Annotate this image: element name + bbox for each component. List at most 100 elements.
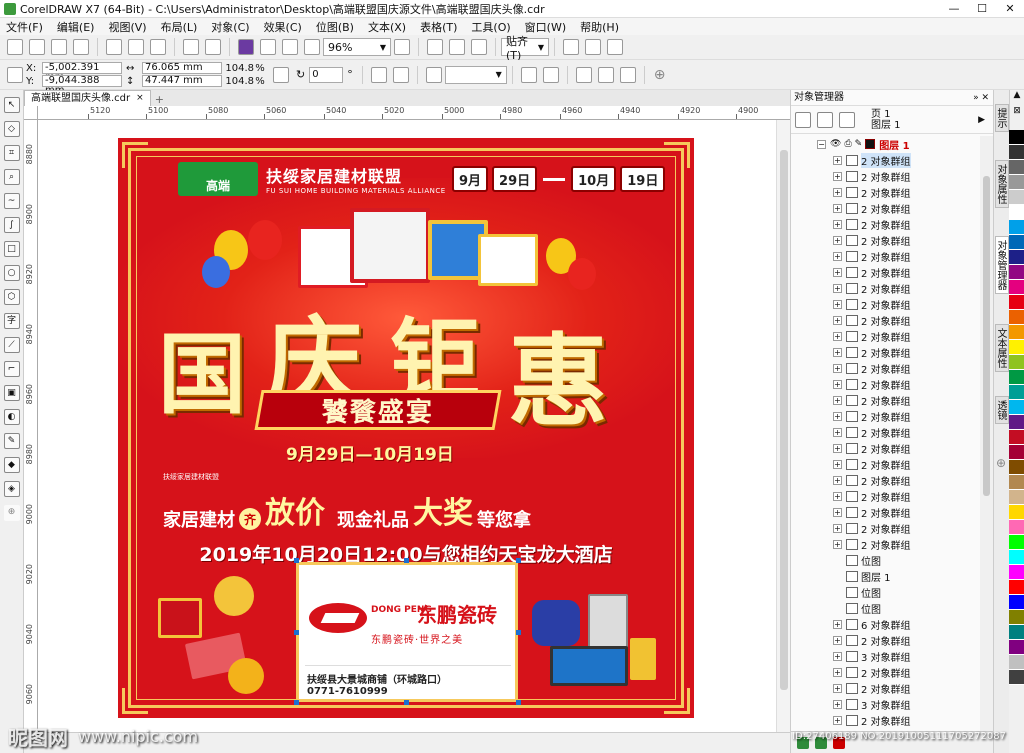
palette-color-swatch[interactable]: [1009, 280, 1024, 295]
object-origin-icon[interactable]: [7, 66, 23, 83]
object-tree-row[interactable]: 位图: [791, 600, 980, 616]
export-icon[interactable]: [282, 39, 298, 55]
shape-tool-icon[interactable]: ◇: [3, 121, 20, 137]
expand-icon[interactable]: +: [833, 635, 842, 645]
palette-color-swatch[interactable]: [1009, 430, 1024, 445]
mirror-horizontal-icon[interactable]: [370, 66, 387, 83]
expand-icon[interactable]: +: [833, 619, 842, 629]
menu-effects[interactable]: 效果(C): [264, 19, 302, 35]
poster-artwork[interactable]: 高端 扶绥家居建材联盟 FU SUI HOME BUILDING MATERIA…: [118, 138, 694, 718]
menu-edit[interactable]: 编辑(E): [57, 19, 95, 35]
paste-icon[interactable]: [150, 39, 166, 55]
expand-icon[interactable]: +: [833, 523, 842, 533]
maximize-button[interactable]: ☐: [968, 2, 996, 15]
tab-object-properties[interactable]: 对象属性: [995, 160, 1009, 208]
layer-manager-view-icon[interactable]: [839, 111, 855, 128]
ruler-origin[interactable]: [24, 106, 38, 120]
object-tree-row[interactable]: +2 对象群组: [791, 504, 980, 520]
artistic-media-icon[interactable]: ∫: [3, 217, 20, 233]
zoom-tool-icon[interactable]: ⌕: [3, 169, 20, 185]
ungroup-all-icon[interactable]: [542, 66, 559, 83]
show-guidelines-icon[interactable]: [471, 39, 487, 55]
object-tree-row[interactable]: +2 对象群组: [791, 216, 980, 232]
expand-icon[interactable]: +: [833, 651, 842, 661]
new-master-layer-icon[interactable]: [815, 736, 827, 749]
palette-color-swatch[interactable]: [1009, 205, 1024, 220]
object-tree-row[interactable]: +2 对象群组: [791, 488, 980, 504]
y-position-input[interactable]: -9,044.388 mm: [42, 75, 122, 96]
palette-color-swatch[interactable]: [1009, 220, 1024, 235]
expand-icon[interactable]: +: [833, 699, 842, 709]
object-tree-row[interactable]: +2 对象群组: [791, 632, 980, 648]
crop-tool-icon[interactable]: ⌗: [3, 145, 20, 161]
object-tree-row[interactable]: +2 对象群组: [791, 168, 980, 184]
horizontal-ruler[interactable]: 5120 5100 5080 5060 5040 5020 5000 4980 …: [38, 106, 790, 120]
launch-icon[interactable]: [607, 39, 623, 55]
drop-shadow-icon[interactable]: ▣: [3, 385, 20, 401]
break-apart-icon[interactable]: [597, 66, 614, 83]
expand-icon[interactable]: +: [833, 347, 842, 357]
palette-color-swatch[interactable]: [1009, 175, 1024, 190]
welcome-screen-icon[interactable]: [563, 39, 579, 55]
object-tree-row[interactable]: +6 对象群组: [791, 616, 980, 632]
expand-icon[interactable]: +: [833, 427, 842, 437]
open-icon[interactable]: [29, 39, 45, 55]
palette-color-swatch[interactable]: [1009, 520, 1024, 535]
interactive-fill-icon[interactable]: ◆: [3, 457, 20, 473]
object-tree-row[interactable]: +2 对象群组: [791, 664, 980, 680]
docker-scrollbar[interactable]: [980, 136, 993, 731]
add-tool-icon[interactable]: ⊕: [3, 505, 20, 521]
object-tree-row[interactable]: +2 对象群组: [791, 680, 980, 696]
import-icon[interactable]: [260, 39, 276, 55]
eyedropper-icon[interactable]: ✎: [3, 433, 20, 449]
smart-fill-icon[interactable]: ◈: [3, 481, 20, 497]
expand-icon[interactable]: +: [833, 283, 842, 293]
snap-to-select[interactable]: 贴齐(T) ▼: [501, 35, 549, 62]
expand-icon[interactable]: +: [833, 315, 842, 325]
object-tree-row[interactable]: +2 对象群组: [791, 328, 980, 344]
palette-color-swatch[interactable]: [1009, 250, 1024, 265]
rotation-input[interactable]: 0: [309, 66, 344, 83]
scrollbar-thumb[interactable]: [780, 150, 788, 690]
palette-color-swatch[interactable]: [1009, 595, 1024, 610]
object-tree-row[interactable]: 位图: [791, 584, 980, 600]
connector-tool-icon[interactable]: ⌐: [3, 361, 20, 377]
add-tab-icon[interactable]: +: [155, 93, 164, 106]
selection-handle[interactable]: [404, 558, 409, 563]
palette-color-swatch[interactable]: [1009, 445, 1024, 460]
palette-color-swatch[interactable]: [1009, 385, 1024, 400]
expand-icon[interactable]: +: [833, 667, 842, 677]
add-docker-icon[interactable]: ⊕: [996, 456, 1006, 470]
options-icon[interactable]: [585, 39, 601, 55]
new-layer-icon[interactable]: [797, 736, 809, 749]
transparency-icon[interactable]: ◐: [3, 409, 20, 425]
palette-color-swatch[interactable]: [1009, 355, 1024, 370]
palette-color-swatch[interactable]: [1009, 535, 1024, 550]
copy-icon[interactable]: [128, 39, 144, 55]
object-tree-row[interactable]: +2 对象群组: [791, 424, 980, 440]
palette-color-swatch[interactable]: [1009, 190, 1024, 205]
palette-color-swatch[interactable]: [1009, 490, 1024, 505]
show-grid-icon[interactable]: [449, 39, 465, 55]
expand-icon[interactable]: +: [833, 683, 842, 693]
lock-ratio-icon[interactable]: [273, 66, 289, 83]
palette-color-swatch[interactable]: [1009, 580, 1024, 595]
palette-color-swatch[interactable]: [1009, 550, 1024, 565]
drawing-canvas[interactable]: 高端 扶绥家居建材联盟 FU SUI HOME BUILDING MATERIA…: [38, 120, 790, 732]
tab-object-manager[interactable]: 对象管理器: [995, 236, 1009, 294]
palette-color-swatch[interactable]: [1009, 565, 1024, 580]
object-tree-row[interactable]: +2 对象群组: [791, 312, 980, 328]
palette-color-swatch[interactable]: [1009, 340, 1024, 355]
object-tree-row[interactable]: +2 对象群组: [791, 376, 980, 392]
mirror-vertical-icon[interactable]: [392, 66, 409, 83]
menu-view[interactable]: 视图(V): [108, 19, 146, 35]
object-tree-row[interactable]: 图层 1: [791, 568, 980, 584]
expand-icon[interactable]: +: [833, 235, 842, 245]
add-icon[interactable]: ⊕: [654, 67, 666, 83]
scrollbar-thumb[interactable]: [983, 176, 990, 496]
expand-icon[interactable]: +: [833, 507, 842, 517]
text-tool-icon[interactable]: 字: [3, 313, 20, 329]
undo-icon[interactable]: [183, 39, 199, 55]
palette-color-swatch[interactable]: [1009, 505, 1024, 520]
cut-icon[interactable]: [106, 39, 122, 55]
